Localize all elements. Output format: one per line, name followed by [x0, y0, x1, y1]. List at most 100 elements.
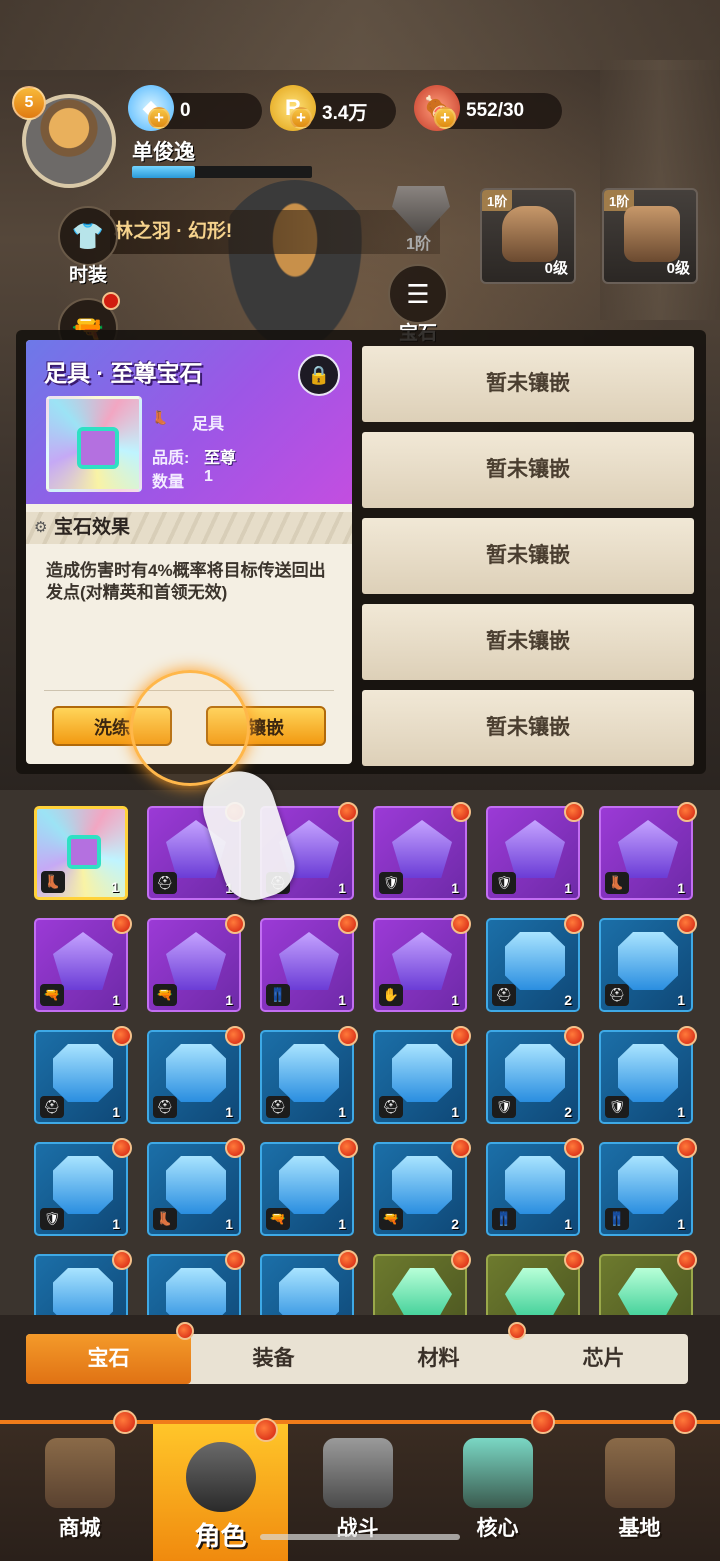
tab-chips[interactable]: 芯片 — [521, 1334, 686, 1384]
gem-slot-purple[interactable]: 👢 1 — [599, 802, 697, 900]
pants-icon: 👖 — [492, 1208, 516, 1230]
notification-dot — [254, 1418, 278, 1442]
notification-dot — [564, 914, 584, 934]
notification-dot — [564, 802, 584, 822]
helmet-icon: ⛑ — [605, 984, 629, 1006]
gem-slot-green[interactable] — [486, 1250, 584, 1315]
gold-resource[interactable]: R + 3.4万 — [270, 85, 396, 131]
base-building-icon — [604, 1438, 675, 1508]
tab-equipment[interactable]: 装备 — [191, 1334, 356, 1384]
gem-slot-blue[interactable]: 👢 1 — [147, 1138, 245, 1236]
gem-slot-blue[interactable]: ⛑ 1 — [599, 914, 697, 1012]
gem-icon — [505, 1156, 565, 1214]
gem-slot-purple[interactable]: 🔫 1 — [147, 914, 245, 1012]
gem-slot-purple[interactable]: 👖 1 — [260, 914, 358, 1012]
gem-count: 1 — [451, 880, 459, 896]
gem-count: 1 — [111, 879, 119, 895]
gem-slot-blue[interactable]: ⛑ 1 — [147, 1026, 245, 1124]
gem-inventory-grid: 👢1⛑1⛑1🛡1🛡1👢1🔫1🔫1👖1✋1⛑2⛑1⛑1⛑1⛑1⛑1🛡2🛡1🛡1👢1… — [0, 790, 720, 1315]
gem-icon — [618, 1044, 678, 1102]
gem-slot-purple[interactable]: ✋ 1 — [373, 914, 471, 1012]
gem-slot-blue[interactable]: ⛑ 1 — [260, 1026, 358, 1124]
gem-slot-green[interactable] — [599, 1250, 697, 1315]
notification-dot — [673, 1410, 697, 1434]
notification-dot — [677, 914, 697, 934]
gem-slot-blue[interactable] — [147, 1250, 245, 1315]
inlay-slot[interactable]: 暂未镶嵌 — [362, 346, 694, 422]
nav-base-label: 基地 — [618, 1517, 661, 1540]
gem-icon — [618, 932, 678, 990]
inlay-slot[interactable]: 暂未镶嵌 — [362, 432, 694, 508]
notification-dot — [677, 1026, 697, 1046]
inlay-slot[interactable]: 暂未镶嵌 — [362, 518, 694, 594]
gem-count: 1 — [225, 1104, 233, 1120]
gem-slot-supreme[interactable]: 👢 1 — [34, 806, 128, 900]
nav-character[interactable]: 角色 — [153, 1418, 288, 1561]
fashion-label: 时装 — [68, 265, 107, 286]
gem-quality-value: 至尊 — [204, 450, 237, 467]
gem-count: 1 — [677, 1216, 685, 1232]
gem-icon — [53, 1156, 113, 1214]
shop-icon — [44, 1438, 115, 1508]
gem-slot-blue[interactable] — [260, 1250, 358, 1315]
gem-icon — [505, 932, 565, 990]
boot-icon: 👢 — [152, 410, 169, 425]
inlay-slot[interactable]: 暂未镶嵌 — [362, 604, 694, 680]
gem-icon — [166, 1044, 226, 1102]
notification-dot — [531, 1410, 555, 1434]
equip-slot-gloves[interactable]: 1阶 0级 — [602, 188, 698, 284]
nav-base[interactable]: 基地 — [572, 1410, 707, 1561]
tab-materials[interactable]: 材料 — [356, 1334, 521, 1384]
gem-slot-blue[interactable]: 👖 1 — [599, 1138, 697, 1236]
lock-icon[interactable]: 🔒 — [298, 354, 340, 396]
armor-icon: 🛡 — [379, 872, 403, 894]
gem-slot-blue[interactable]: ⛑ 1 — [373, 1026, 471, 1124]
gem-effect-description: 造成伤害时有4%概率将目标传送回出发点(对精英和首领无效) — [46, 561, 326, 602]
nav-shop[interactable]: 商城 — [12, 1410, 147, 1561]
gem-slot-blue[interactable]: ⛑ 2 — [486, 914, 584, 1012]
gem-slot-blue[interactable]: 🔫 2 — [373, 1138, 471, 1236]
player-level-badge: 5 — [12, 86, 46, 120]
stamina-resource[interactable]: 🍖 + 552/30 — [414, 85, 562, 131]
armor-icon: 🛡 — [40, 1208, 64, 1230]
pants-icon: 👖 — [605, 1208, 629, 1230]
gem-icon — [505, 1044, 565, 1102]
fashion-button[interactable]: 👕 时装 — [56, 206, 120, 287]
gem-slot-blue[interactable]: 🛡 1 — [599, 1026, 697, 1124]
gem-slot-purple[interactable]: 🛡 1 — [373, 802, 471, 900]
gem-slot-blue[interactable]: ⛑ 1 — [34, 1026, 132, 1124]
add-stamina-icon[interactable]: + — [434, 107, 456, 129]
gem-slot-green[interactable] — [373, 1250, 471, 1315]
notification-dot — [677, 802, 697, 822]
notification-dot — [338, 1138, 358, 1158]
tier-badge: 1阶 — [482, 190, 513, 211]
character-icon — [185, 1442, 256, 1512]
add-diamond-icon[interactable]: + — [148, 107, 170, 129]
gem-slot-blue[interactable] — [34, 1250, 132, 1315]
diamond-resource[interactable]: ◆ + 0 — [128, 85, 262, 131]
add-gold-icon[interactable]: + — [290, 107, 312, 129]
notification-dot — [451, 914, 471, 934]
banner-text: 林之羽 · 幻形! — [114, 221, 233, 242]
tab-gems[interactable]: 宝石 — [26, 1334, 191, 1384]
gem-slot-purple[interactable]: 🔫 1 — [34, 914, 132, 1012]
notification-dot — [564, 1026, 584, 1046]
supreme-gem-icon — [46, 396, 142, 492]
equip-slot-helmet[interactable]: 1阶 0级 — [480, 188, 576, 284]
promo-banner[interactable]: 林之羽 · 幻形! — [110, 210, 440, 254]
gem-slot-blue[interactable]: 🛡 2 — [486, 1026, 584, 1124]
gem-slot-blue[interactable]: 🛡 1 — [34, 1138, 132, 1236]
gem-slot-blue[interactable]: 🔫 1 — [260, 1138, 358, 1236]
inlay-slot[interactable]: 暂未镶嵌 — [362, 690, 694, 766]
armor-icon: 🛡 — [492, 1096, 516, 1118]
gem-count: 1 — [112, 1216, 120, 1232]
notification-dot — [677, 1250, 697, 1270]
notification-dot — [564, 1138, 584, 1158]
gem-count: 1 — [564, 1216, 572, 1232]
helmet-icon: ⛑ — [266, 1096, 290, 1118]
gem-slot-purple[interactable]: 🛡 1 — [486, 802, 584, 900]
gem-slot-blue[interactable]: 👖 1 — [486, 1138, 584, 1236]
helmet-icon: ⛑ — [153, 872, 177, 894]
gem-count: 1 — [225, 1216, 233, 1232]
notification-dot — [112, 1138, 132, 1158]
